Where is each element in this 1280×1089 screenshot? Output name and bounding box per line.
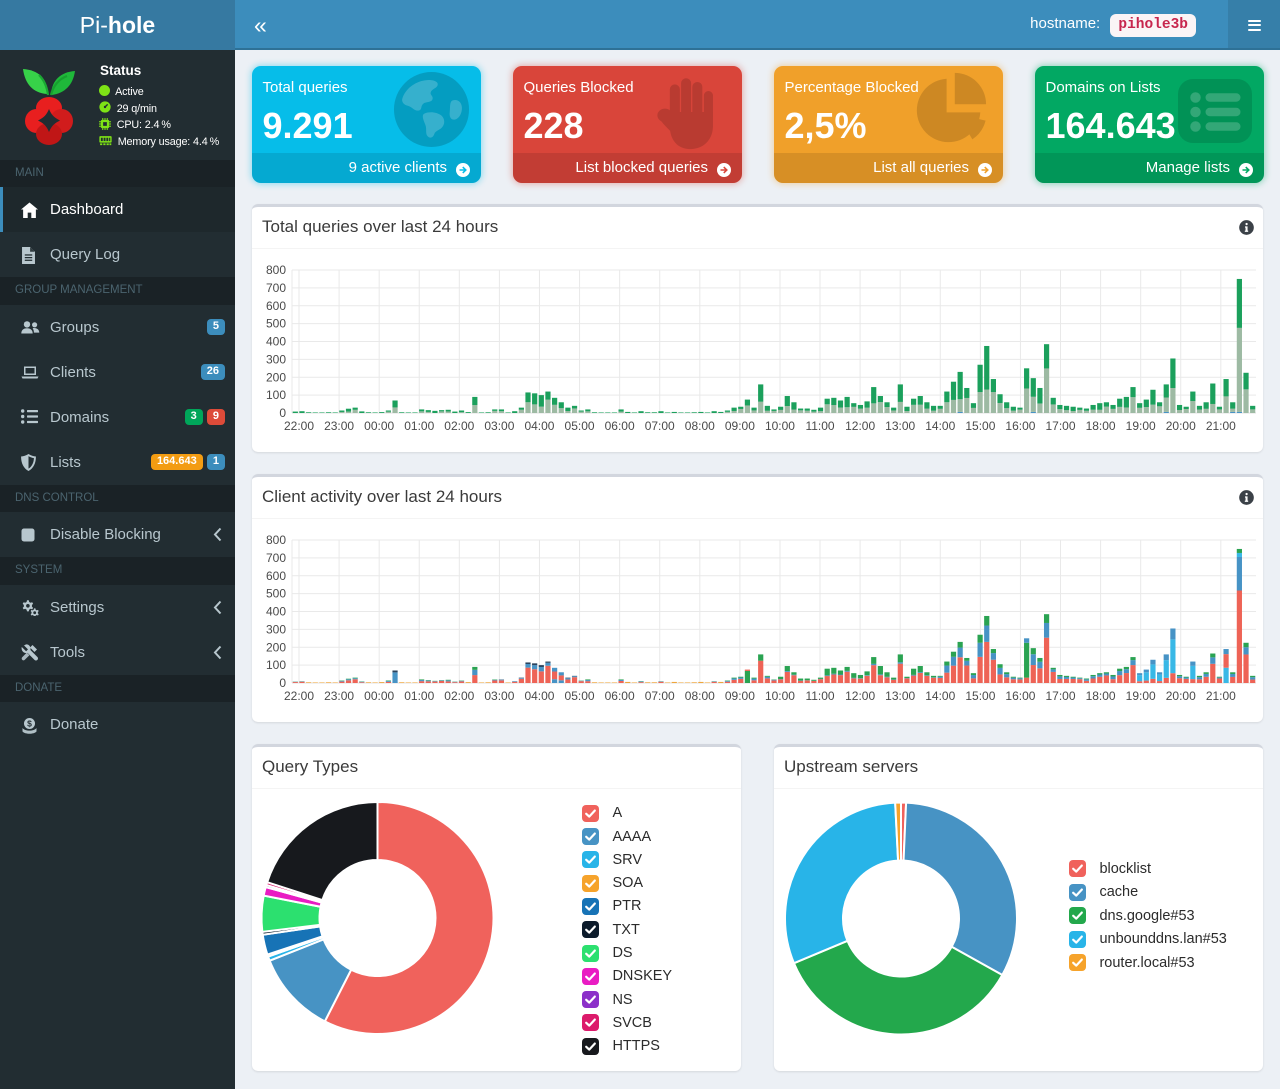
svg-text:20:00: 20:00 <box>1166 689 1196 703</box>
svg-text:00:00: 00:00 <box>364 689 394 703</box>
svg-text:04:00: 04:00 <box>524 689 554 703</box>
svg-text:21:00: 21:00 <box>1206 419 1236 433</box>
svg-text:400: 400 <box>266 335 286 349</box>
svg-text:23:00: 23:00 <box>324 419 354 433</box>
svg-text:0: 0 <box>279 406 286 420</box>
svg-text:14:00: 14:00 <box>925 689 955 703</box>
svg-text:00:00: 00:00 <box>364 419 394 433</box>
svg-text:13:00: 13:00 <box>885 419 915 433</box>
svg-text:22:00: 22:00 <box>284 689 314 703</box>
svg-text:02:00: 02:00 <box>444 689 474 703</box>
svg-text:23:00: 23:00 <box>324 689 354 703</box>
svg-text:200: 200 <box>266 370 286 384</box>
svg-text:06:00: 06:00 <box>605 689 635 703</box>
svg-text:800: 800 <box>266 263 286 277</box>
svg-text:200: 200 <box>266 640 286 654</box>
svg-text:14:00: 14:00 <box>925 419 955 433</box>
svg-text:16:00: 16:00 <box>1005 419 1035 433</box>
svg-text:08:00: 08:00 <box>685 689 715 703</box>
svg-text:18:00: 18:00 <box>1086 689 1116 703</box>
svg-text:100: 100 <box>266 658 286 672</box>
svg-text:11:00: 11:00 <box>805 419 834 433</box>
svg-text:700: 700 <box>266 281 286 295</box>
svg-text:17:00: 17:00 <box>1046 689 1076 703</box>
svg-text:300: 300 <box>266 352 286 366</box>
svg-text:12:00: 12:00 <box>845 419 875 433</box>
svg-text:16:00: 16:00 <box>1005 689 1035 703</box>
svg-text:07:00: 07:00 <box>645 689 675 703</box>
svg-text:800: 800 <box>266 533 286 547</box>
svg-text:600: 600 <box>266 569 286 583</box>
svg-text:500: 500 <box>266 317 286 331</box>
svg-text:17:00: 17:00 <box>1046 419 1076 433</box>
svg-text:$: $ <box>27 718 32 728</box>
svg-text:01:00: 01:00 <box>404 419 434 433</box>
svg-text:01:00: 01:00 <box>404 689 434 703</box>
svg-text:11:00: 11:00 <box>805 689 834 703</box>
svg-text:10:00: 10:00 <box>765 419 795 433</box>
svg-text:15:00: 15:00 <box>965 689 995 703</box>
svg-text:21:00: 21:00 <box>1206 689 1236 703</box>
svg-text:20:00: 20:00 <box>1166 419 1196 433</box>
svg-text:22:00: 22:00 <box>284 419 314 433</box>
svg-text:02:00: 02:00 <box>444 419 474 433</box>
svg-text:19:00: 19:00 <box>1126 419 1156 433</box>
svg-text:18:00: 18:00 <box>1086 419 1116 433</box>
svg-text:03:00: 03:00 <box>484 419 514 433</box>
svg-text:12:00: 12:00 <box>845 689 875 703</box>
svg-text:300: 300 <box>266 622 286 636</box>
svg-text:06:00: 06:00 <box>605 419 635 433</box>
svg-text:09:00: 09:00 <box>725 419 755 433</box>
svg-text:09:00: 09:00 <box>725 689 755 703</box>
svg-text:13:00: 13:00 <box>885 689 915 703</box>
svg-text:0: 0 <box>279 676 286 690</box>
svg-text:400: 400 <box>266 605 286 619</box>
svg-text:03:00: 03:00 <box>484 689 514 703</box>
svg-text:500: 500 <box>266 587 286 601</box>
svg-text:05:00: 05:00 <box>565 419 595 433</box>
svg-text:04:00: 04:00 <box>524 419 554 433</box>
svg-text:08:00: 08:00 <box>685 419 715 433</box>
svg-text:05:00: 05:00 <box>565 689 595 703</box>
svg-text:15:00: 15:00 <box>965 419 995 433</box>
svg-text:100: 100 <box>266 388 286 402</box>
svg-text:10:00: 10:00 <box>765 689 795 703</box>
svg-text:700: 700 <box>266 551 286 565</box>
svg-text:600: 600 <box>266 299 286 313</box>
svg-text:19:00: 19:00 <box>1126 689 1156 703</box>
svg-text:07:00: 07:00 <box>645 419 675 433</box>
